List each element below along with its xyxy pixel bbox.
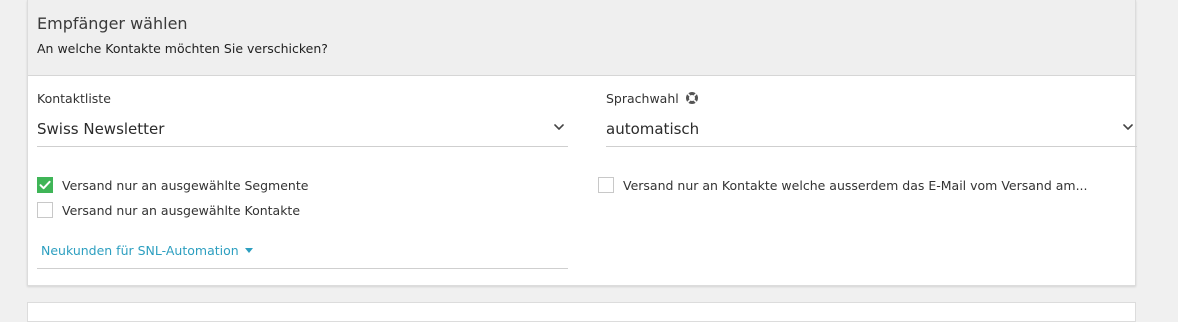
contact-list-select[interactable]: Swiss Newsletter: [37, 113, 568, 147]
card-subtitle: An welche Kontakte möchten Sie verschick…: [37, 41, 328, 56]
language-label-text: Sprachwahl: [606, 91, 679, 106]
language-label: Sprachwahl: [606, 91, 699, 106]
contact-list-value: Swiss Newsletter: [37, 120, 165, 138]
chevron-down-icon: [554, 124, 564, 130]
segment-selector-underline: [37, 268, 568, 269]
segment-selector[interactable]: Neukunden für SNL-Automation: [41, 243, 253, 258]
segments-option-label: Versand nur an ausgewählte Segmente: [62, 178, 309, 193]
next-section-card: [27, 302, 1136, 322]
language-value: automatisch: [606, 120, 700, 138]
recipients-card: Empfänger wählen An welche Kontakte möch…: [27, 0, 1137, 286]
lifebuoy-icon[interactable]: [685, 91, 699, 105]
segment-selector-label: Neukunden für SNL-Automation: [41, 243, 239, 258]
segments-checkbox[interactable]: [37, 177, 53, 193]
also-received-option[interactable]: Versand nur an Kontakte welche ausserdem…: [598, 177, 1118, 195]
chevron-down-icon: [1123, 124, 1133, 130]
contact-list-label: Kontaktliste: [37, 91, 111, 106]
language-select[interactable]: automatisch: [606, 113, 1137, 147]
segments-option[interactable]: Versand nur an ausgewählte Segmente: [37, 177, 557, 195]
card-header: Empfänger wählen An welche Kontakte möch…: [28, 0, 1135, 76]
check-icon: [39, 180, 51, 190]
also-received-option-label: Versand nur an Kontakte welche ausserdem…: [623, 178, 1088, 193]
also-received-checkbox[interactable]: [598, 177, 614, 193]
contacts-option-label: Versand nur an ausgewählte Kontakte: [62, 203, 301, 218]
caret-down-icon: [244, 248, 253, 253]
contacts-option[interactable]: Versand nur an ausgewählte Kontakte: [37, 202, 557, 220]
card-title: Empfänger wählen: [37, 14, 188, 33]
contacts-checkbox[interactable]: [37, 202, 53, 218]
